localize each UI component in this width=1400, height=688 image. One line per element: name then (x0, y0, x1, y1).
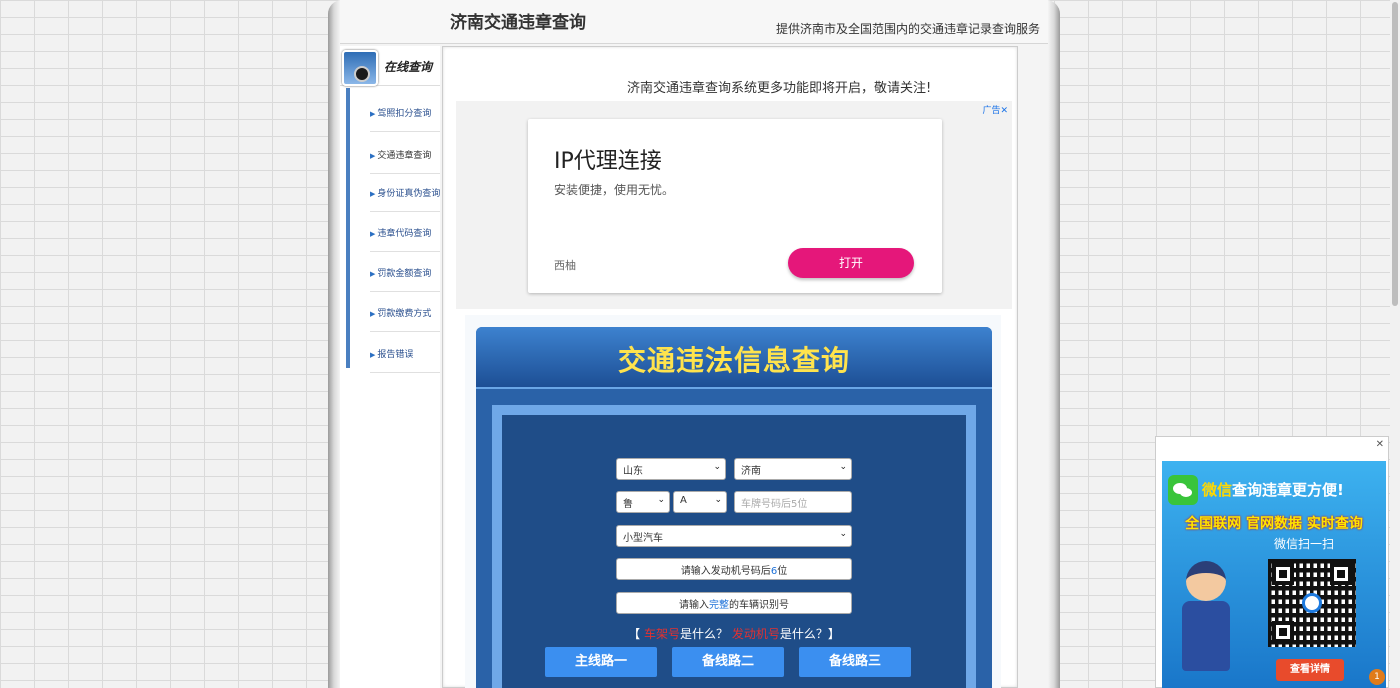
query-title: 交通违法信息查询 (617, 344, 850, 377)
query-form: 山东 ⌄ 济南 ⌄ 鲁 ⌄ A ⌄ 车牌号码后5位 小型汽车 ⌄ 请输入发动机号码后6位 … (502, 415, 966, 688)
nav-item-fine-amount[interactable]: ▶ 罚款金额查询 (370, 252, 440, 292)
nav-item-violation-code[interactable]: ▶ 违章代码查询 (370, 212, 440, 252)
promo-headline: 微信查询违章更方便! (1202, 481, 1344, 499)
online-query-badge: 在线查询 (340, 48, 440, 86)
city-select[interactable]: 济南 ⌄ (734, 458, 852, 480)
site-header: 济南交通违章查询 提供济南市及全国范围内的交通违章记录查询服务 (340, 0, 1048, 44)
nav-item-payment-method[interactable]: ▶ 罚款缴费方式 (370, 292, 440, 332)
qr-code-icon (1268, 559, 1356, 647)
content-area: 济南交通违章查询系统更多功能即将开启，敬请关注! 广告✕ IP代理连接 安装便捷… (442, 46, 1018, 688)
wechat-icon (1168, 475, 1198, 505)
view-details-button[interactable]: 查看详情 (1276, 659, 1344, 681)
police-mascot-icon (1176, 561, 1236, 679)
chevron-down-icon: ⌄ (713, 462, 721, 472)
ad-title: IP代理连接 (554, 149, 662, 174)
query-panel: 交通违法信息查询 山东 ⌄ 济南 ⌄ 鲁 ⌄ A ⌄ 车牌号码后5位 小型汽车 ⌄ 请输入… (476, 327, 992, 688)
chevron-down-icon: ⌄ (714, 495, 722, 505)
nav-item-license-points[interactable]: ▶ 驾照扣分查询 (370, 92, 440, 132)
floating-ad[interactable]: ✕ 微信查询违章更方便! 全国联网 官网数据 实时查询 微信扫一扫 查看详情 (1155, 436, 1389, 688)
ad-open-button[interactable]: 打开 (788, 248, 914, 278)
ad-banner[interactable]: 广告✕ IP代理连接 安装便捷，使用无忧。 西柚 打开 (456, 101, 1012, 309)
chevron-down-icon: ⌄ (657, 495, 665, 505)
nav-item-id-check[interactable]: ▶ 身份证真伪查询 (370, 172, 440, 212)
main-frame: 济南交通违章查询 提供济南市及全国范围内的交通违章记录查询服务 在线查询 ▶ 驾照… (328, 0, 1060, 688)
triangle-icon: ▶ (370, 230, 376, 238)
vin-input[interactable]: 请输入完整的车辆识别号 (616, 592, 852, 614)
engine-help-link[interactable]: 发动机号 (732, 627, 780, 641)
plate-prefix-select[interactable]: 鲁 ⌄ (616, 491, 670, 513)
query-body: 山东 ⌄ 济南 ⌄ 鲁 ⌄ A ⌄ 车牌号码后5位 小型汽车 ⌄ 请输入发动机号码后6位 … (492, 405, 976, 688)
plate-letter-select[interactable]: A ⌄ (673, 491, 727, 513)
route-backup-3-button[interactable]: 备线路三 (799, 647, 911, 677)
scrollbar-thumb[interactable] (1392, 2, 1398, 306)
promo-scan-text: 微信扫一扫 (1274, 537, 1335, 551)
ad-label[interactable]: 广告✕ (982, 103, 1008, 116)
vin-help-link[interactable]: 车架号 (644, 627, 680, 641)
left-nav: 在线查询 ▶ 驾照扣分查询 ▶ 交通违章查询 ▶ 身份证真伪查询 ▶ 违章代码查询 ▶ 罚… (340, 46, 440, 688)
ad-card[interactable]: IP代理连接 安装便捷，使用无忧。 西柚 打开 (528, 119, 942, 293)
ad-brand: 西柚 (554, 259, 576, 272)
ad-description: 安装便捷，使用无忧。 (554, 183, 675, 197)
query-header: 交通违法信息查询 (476, 327, 992, 389)
site-slogan: 提供济南市及全国范围内的交通违章记录查询服务 (775, 22, 1040, 36)
plate-number-input[interactable]: 车牌号码后5位 (734, 491, 852, 513)
camera-icon (342, 50, 378, 86)
help-links: 【 车架号是什么？ 发动机号是什么？】 (628, 627, 840, 641)
nav-stripe (346, 88, 350, 368)
province-select[interactable]: 山东 ⌄ (616, 458, 726, 480)
nav-item-violation-query[interactable]: ▶ 交通违章查询 (370, 134, 440, 174)
notification-badge[interactable]: 1 (1369, 669, 1385, 685)
triangle-icon: ▶ (370, 110, 376, 118)
triangle-icon: ▶ (370, 270, 376, 278)
close-icon[interactable]: ✕ (1376, 439, 1384, 450)
chevron-down-icon: ⌄ (839, 462, 847, 472)
notice-text: 济南交通违章查询系统更多功能即将开启，敬请关注! (627, 81, 932, 96)
online-query-label: 在线查询 (384, 60, 433, 74)
route-main-button[interactable]: 主线路一 (545, 647, 657, 677)
route-backup-2-button[interactable]: 备线路二 (672, 647, 784, 677)
engine-number-input[interactable]: 请输入发动机号码后6位 (616, 558, 852, 580)
triangle-icon: ▶ (370, 190, 376, 198)
nav-item-report-error[interactable]: ▶ 报告错误 (370, 333, 440, 373)
chevron-down-icon: ⌄ (839, 529, 847, 539)
triangle-icon: ▶ (370, 152, 376, 160)
wechat-promo-image[interactable]: 微信查询违章更方便! 全国联网 官网数据 实时查询 微信扫一扫 查看详情 (1162, 461, 1386, 688)
triangle-icon: ▶ (370, 351, 376, 359)
vehicle-type-select[interactable]: 小型汽车 ⌄ (616, 525, 852, 547)
query-section: 交通违法信息查询 山东 ⌄ 济南 ⌄ 鲁 ⌄ A ⌄ 车牌号码后5位 小型汽车 ⌄ 请输入… (465, 315, 1001, 688)
triangle-icon: ▶ (370, 310, 376, 318)
promo-subline: 全国联网 官网数据 实时查询 (1185, 516, 1363, 532)
site-title: 济南交通违章查询 (450, 13, 586, 33)
